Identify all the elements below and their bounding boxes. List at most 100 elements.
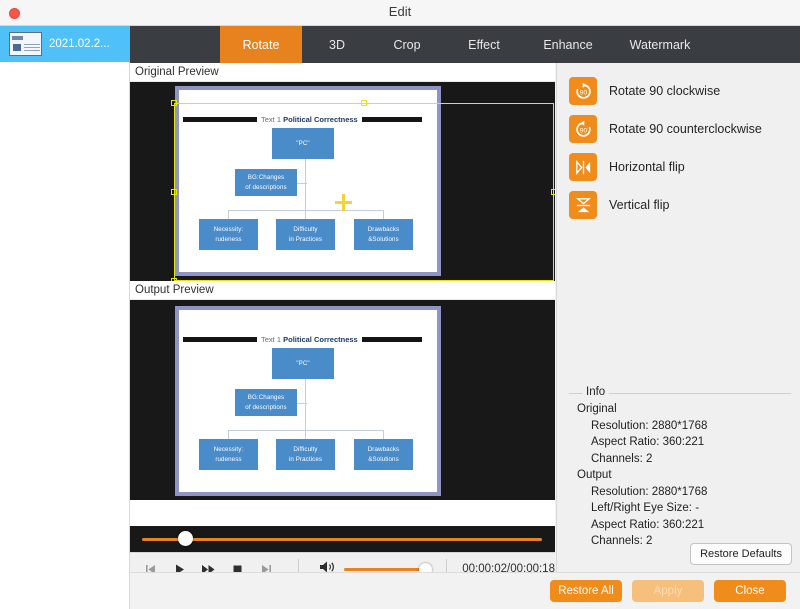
node-leaf-3-line1: Drawbacks <box>367 225 400 233</box>
slide-header-title-output: Political Correctness <box>283 334 358 344</box>
info-legend-label: Info <box>582 386 610 398</box>
info-original-resolution: Resolution: 2880*1768 <box>591 419 708 432</box>
connector-leaf-3 <box>383 210 384 219</box>
rotate-90-counterclockwise-button[interactable]: 90 Rotate 90 counterclockwise <box>557 110 800 148</box>
node-branch-line2: of descriptions <box>245 183 287 191</box>
slide-header: Text 1 Political Correctness <box>179 114 437 125</box>
restore-defaults-button[interactable]: Restore Defaults <box>690 543 792 565</box>
timeline-knob[interactable] <box>178 531 193 546</box>
selection-handle-mr[interactable] <box>551 189 555 195</box>
rotate-ccw-90-icon: 90 <box>569 115 597 143</box>
slide-header-output: Text 1 Political Correctness <box>179 334 437 345</box>
timeline-slider[interactable] <box>130 526 555 552</box>
node-leaf-1-line2-output: rudeness <box>215 455 242 463</box>
info-legend: Info <box>569 386 791 401</box>
horizontal-flip-label: Horizontal flip <box>609 160 685 174</box>
node-leaf-3-line2: &Solutions <box>368 235 399 243</box>
vertical-flip-icon <box>569 191 597 219</box>
volume-track[interactable] <box>343 562 432 576</box>
output-preview-stage[interactable]: Text 1 Political Correctness "PC" BG:Cha… <box>130 300 555 500</box>
connector-leaf-1-output <box>228 430 229 439</box>
node-root-label: "PC" <box>296 139 310 147</box>
slide-thumbnail-icon <box>9 32 42 56</box>
info-original-aspect-ratio: Aspect Ratio: 360:221 <box>591 436 705 448</box>
vertical-flip-button[interactable]: Vertical flip <box>557 186 800 224</box>
info-original-group: Original <box>577 403 617 415</box>
sidebar-item-file-0[interactable]: 2021.02.2... <box>0 26 130 62</box>
selection-handle-tc[interactable] <box>361 100 367 106</box>
vertical-flip-label: Vertical flip <box>609 198 670 212</box>
node-leaf-3-output: Drawbacks &Solutions <box>354 439 413 470</box>
node-leaf-1: Necessity: rudeness <box>199 219 258 250</box>
apply-button[interactable]: Apply <box>632 580 704 602</box>
horizontal-flip-button[interactable]: Horizontal flip <box>557 148 800 186</box>
tab-enhance-label: Enhance <box>543 37 593 52</box>
node-root-output: "PC" <box>272 348 334 379</box>
tab-watermark[interactable]: Watermark <box>610 26 710 63</box>
title-bar: Edit <box>0 0 800 26</box>
node-branch-line1-output: BG:Changes <box>247 393 285 401</box>
close-button[interactable]: Close <box>714 580 786 602</box>
edit-window: Edit 2021.02.2... Rotate 3D Crop Effect … <box>0 0 800 609</box>
tab-rotate-label: Rotate <box>242 37 280 52</box>
timeline-track[interactable] <box>142 538 542 541</box>
tab-effect[interactable]: Effect <box>442 26 526 63</box>
tab-watermark-label: Watermark <box>629 37 691 52</box>
tab-3d-label: 3D <box>329 37 345 52</box>
info-output-eye-size: Left/Right Eye Size: - <box>591 502 700 514</box>
selection-handle-ml[interactable] <box>171 189 177 195</box>
selection-handle-tl[interactable] <box>171 100 177 106</box>
rotate-cw-90-icon: 90 <box>569 77 597 105</box>
selection-handle-bl[interactable] <box>171 278 177 281</box>
info-output-aspect-ratio: Aspect Ratio: 360:221 <box>591 518 705 531</box>
tab-crop[interactable]: Crop <box>372 26 442 63</box>
output-preview-label: Output Preview <box>130 281 555 300</box>
editor-tab-bar: Rotate 3D Crop Effect Enhance Watermark <box>130 26 800 63</box>
info-output-resolution: Resolution: 2880*1768 <box>591 485 708 498</box>
original-preview-label: Original Preview <box>130 63 555 82</box>
info-output-group: Output <box>577 469 612 481</box>
tab-crop-label: Crop <box>393 37 421 52</box>
original-slide: Text 1 Political Correctness "PC" BG:Cha… <box>175 86 441 276</box>
node-leaf-1-output: Necessity: rudeness <box>199 439 258 470</box>
node-leaf-2-line1: Difficulty <box>293 225 318 233</box>
horizontal-flip-icon <box>569 153 597 181</box>
node-branch-line1: BG:Changes <box>247 173 285 181</box>
options-panel: 90 Rotate 90 clockwise 90 Rotate 90 coun… <box>556 63 800 572</box>
tabbar-spacer <box>130 26 220 63</box>
connector-leaf-2-output <box>305 430 306 439</box>
tab-enhance[interactable]: Enhance <box>526 26 610 63</box>
tab-rotate[interactable]: Rotate <box>220 26 302 63</box>
node-leaf-2: Difficulty in Practices <box>276 219 335 250</box>
node-leaf-3: Drawbacks &Solutions <box>354 219 413 250</box>
original-preview-stage[interactable]: Text 1 Political Correctness "PC" BG:Cha… <box>130 82 555 281</box>
node-leaf-3-line2-output: &Solutions <box>368 455 399 463</box>
node-branch: BG:Changes of descriptions <box>235 169 297 196</box>
connector-leaf-1 <box>228 210 229 219</box>
output-slide: Text 1 Political Correctness "PC" BG:Cha… <box>175 306 441 496</box>
rotate-90-counterclockwise-label: Rotate 90 counterclockwise <box>609 122 762 136</box>
footer-bar: Restore All Apply Close <box>130 572 800 609</box>
node-branch-line2-output: of descriptions <box>245 403 287 411</box>
node-root-label-output: "PC" <box>296 359 310 367</box>
slide-header-prefix: Text 1 <box>261 114 282 124</box>
connector-leaf-3-output <box>383 430 384 439</box>
node-leaf-1-line1: Necessity: <box>213 225 244 233</box>
node-branch-output: BG:Changes of descriptions <box>235 389 297 416</box>
rotate-90-clockwise-label: Rotate 90 clockwise <box>609 84 721 98</box>
connector-vertical-root-output <box>305 379 306 431</box>
tab-3d[interactable]: 3D <box>302 26 372 63</box>
window-title: Edit <box>388 4 412 19</box>
node-leaf-2-line1-output: Difficulty <box>293 445 318 453</box>
svg-text:90: 90 <box>579 89 587 96</box>
restore-all-button[interactable]: Restore All <box>550 580 622 602</box>
svg-text:90: 90 <box>579 127 587 134</box>
file-sidebar: 2021.02.2... <box>0 26 130 609</box>
node-root: "PC" <box>272 128 334 159</box>
node-leaf-2-line2: in Practices <box>288 235 323 243</box>
connector-leaf-2 <box>305 210 306 219</box>
slide-header-title: Political Correctness <box>283 114 358 124</box>
node-leaf-2-output: Difficulty in Practices <box>276 439 335 470</box>
rotate-90-clockwise-button[interactable]: 90 Rotate 90 clockwise <box>557 72 800 110</box>
node-leaf-1-line1-output: Necessity: <box>213 445 244 453</box>
